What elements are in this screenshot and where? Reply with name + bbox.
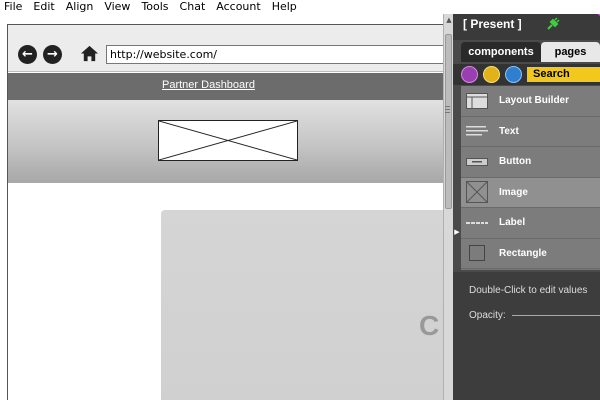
design-canvas[interactable]: ← → http://website.com/ Partner Dashboar…	[0, 14, 443, 400]
banner	[8, 100, 443, 183]
component-item-image[interactable]: Image	[461, 177, 600, 208]
menu-file[interactable]: File	[4, 0, 22, 14]
search-input[interactable]: Search	[527, 67, 600, 82]
panel-collapse-arrow-icon[interactable]: ▶	[453, 222, 461, 242]
dashboard-header: Partner Dashboard	[8, 73, 443, 100]
mock-browser-frame: ← → http://website.com/ Partner Dashboar…	[7, 24, 443, 400]
component-item-button[interactable]: Button	[461, 147, 600, 178]
menu-tools[interactable]: Tools	[141, 0, 168, 14]
text-icon	[465, 119, 489, 143]
yellow-tool-icon[interactable]	[483, 66, 500, 83]
home-icon[interactable]	[80, 44, 99, 63]
layout-builder-icon	[465, 89, 489, 113]
browser-toolbar: ← → http://website.com/	[8, 25, 443, 72]
content-block[interactable]: C	[161, 210, 443, 400]
component-item-label[interactable]: Label	[461, 208, 600, 239]
partner-dashboard-link[interactable]: Partner Dashboard	[162, 79, 255, 91]
scrollbar-thumb[interactable]	[445, 34, 452, 209]
component-list: Layout Builder Text Button Image Label R…	[461, 86, 600, 270]
component-label: Button	[499, 156, 532, 168]
forward-arrow-icon[interactable]: →	[43, 45, 62, 64]
back-arrow-icon[interactable]: ←	[18, 45, 37, 64]
label-icon	[465, 211, 489, 235]
edit-hint: Double-Click to edit values	[469, 285, 588, 296]
vertical-scrollbar[interactable]: ▲	[443, 14, 453, 400]
component-label: Rectangle	[499, 247, 547, 259]
component-label: Image	[499, 186, 528, 198]
scrollbar-grip-icon	[445, 106, 450, 107]
component-label: Layout Builder	[499, 95, 570, 107]
menu-account[interactable]: Account	[216, 0, 260, 14]
menu-edit[interactable]: Edit	[33, 0, 54, 14]
component-item-layout-builder[interactable]: Layout Builder	[461, 86, 600, 117]
zoom-tool-icon[interactable]	[505, 66, 522, 83]
tab-pages[interactable]: pages	[541, 42, 600, 62]
plug-icon[interactable]	[546, 17, 560, 31]
menu-chat[interactable]: Chat	[180, 0, 206, 14]
button-icon	[465, 150, 489, 174]
opacity-label: Opacity:	[469, 310, 506, 321]
menu-align[interactable]: Align	[66, 0, 94, 14]
image-placeholder-icon[interactable]	[158, 120, 298, 161]
tool-row: Search	[453, 64, 600, 85]
menu-view[interactable]: View	[104, 0, 130, 14]
properties-panel: Double-Click to edit values Opacity:	[453, 272, 600, 400]
purple-tool-icon[interactable]	[461, 66, 478, 83]
menu-help[interactable]: Help	[272, 0, 297, 14]
partial-heading-text: C	[419, 310, 440, 341]
image-icon	[465, 180, 489, 204]
component-item-text[interactable]: Text	[461, 116, 600, 147]
opacity-slider[interactable]	[512, 315, 600, 316]
components-panel: [ Present ] components pages Search ▶ La…	[453, 0, 600, 400]
menu-bar: File Edit Align View Tools Chat Account …	[0, 0, 600, 14]
component-item-rectangle[interactable]: Rectangle	[461, 238, 600, 269]
url-field[interactable]: http://website.com/	[106, 45, 443, 64]
present-title[interactable]: [ Present ]	[463, 17, 522, 31]
panel-tabs: components pages	[461, 42, 600, 62]
component-label: Label	[499, 217, 526, 229]
tab-components[interactable]: components	[461, 42, 541, 62]
rectangle-icon	[465, 241, 489, 265]
component-label: Text	[499, 125, 519, 137]
